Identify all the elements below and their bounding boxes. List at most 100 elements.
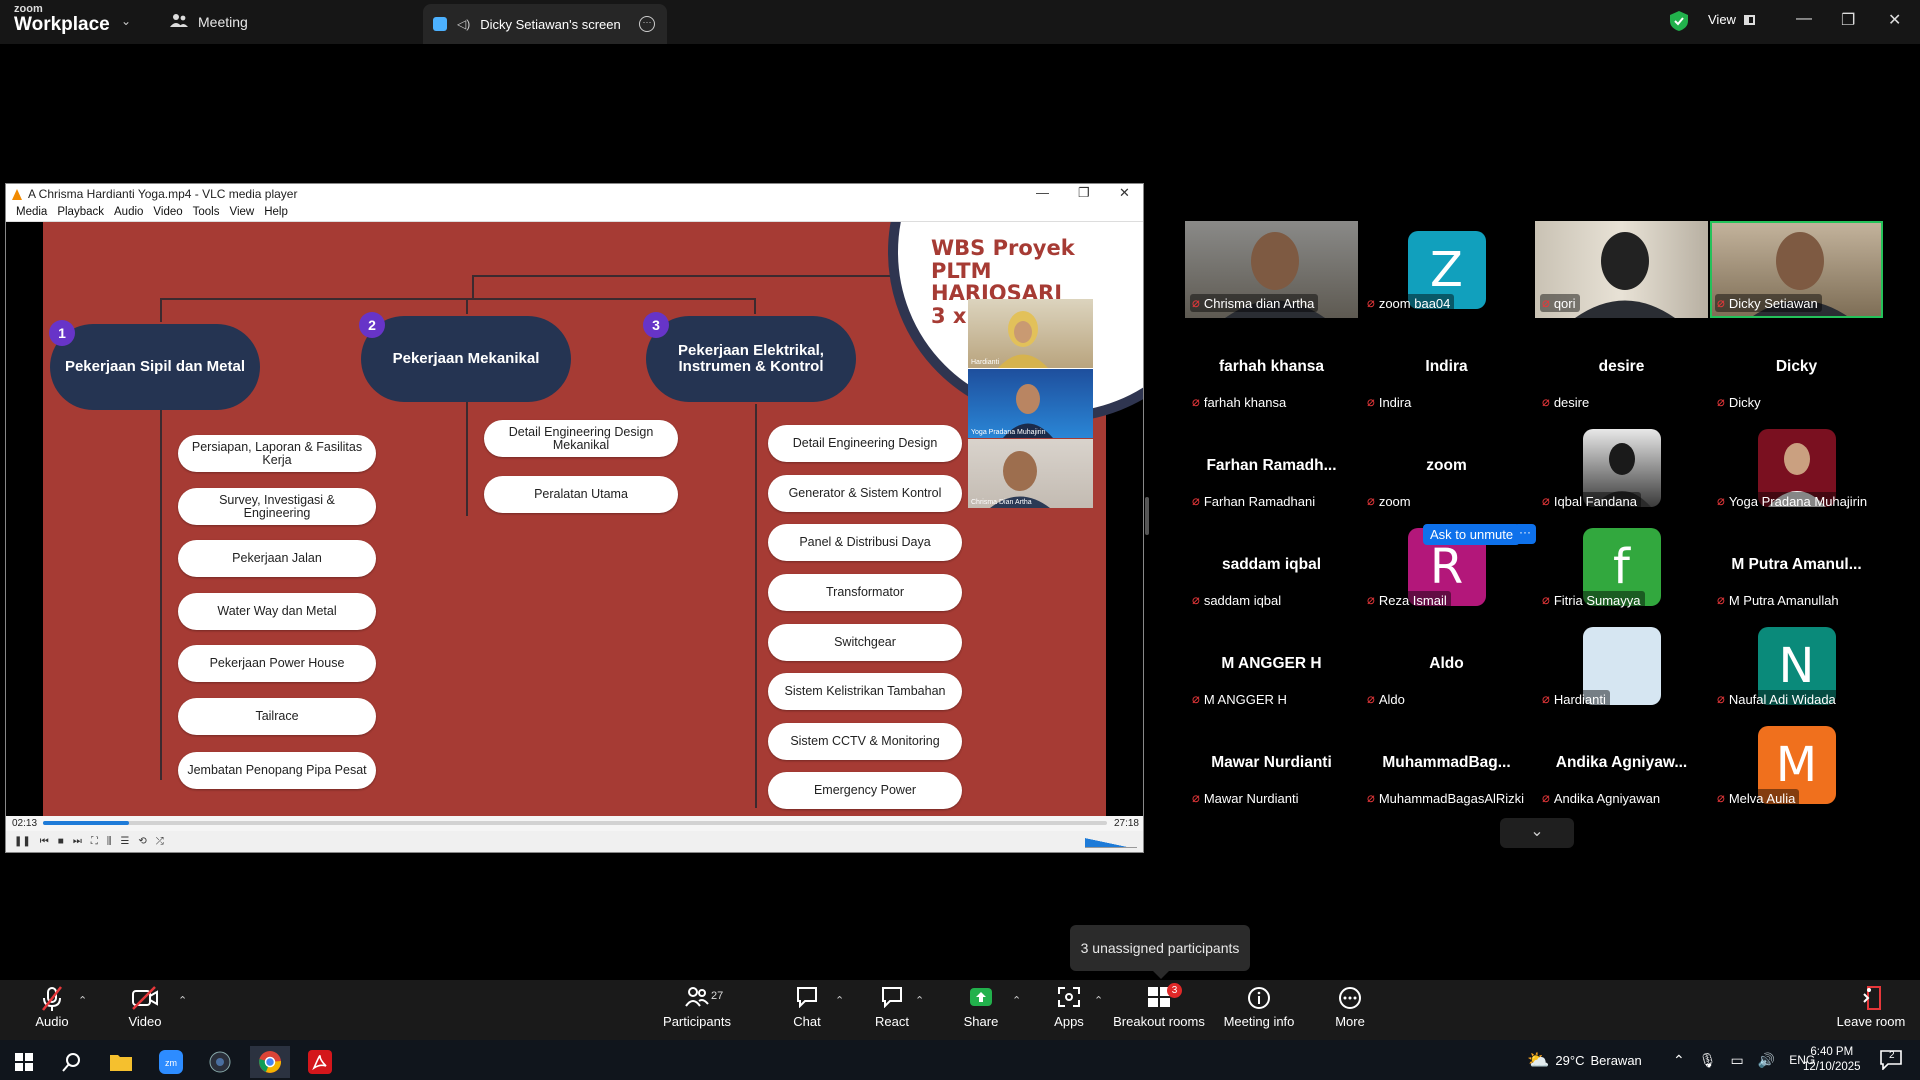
vlc-video-area[interactable]: WBS Proyek PLTM HARJOSARI 3 x 3,3 MW Har… <box>6 222 1143 816</box>
video-button[interactable]: Video <box>97 986 193 1029</box>
apps-button[interactable]: Apps <box>1021 986 1117 1029</box>
vlc-progress-track[interactable] <box>43 821 1107 825</box>
participant-tile[interactable]: N ⌀ Naufal Adi Widada <box>1710 617 1883 714</box>
video-thumb-label: Yoga Pradana Muhajirin <box>971 429 1046 436</box>
participant-tile[interactable]: Farhan Ramadh... ⌀ Farhan Ramadhani <box>1185 419 1358 516</box>
vlc-menu-audio[interactable]: Audio <box>109 204 148 221</box>
participant-name-label: ⌀ Indira <box>1365 393 1416 411</box>
participant-tile[interactable]: zoom ⌀ zoom <box>1360 419 1533 516</box>
participant-tile[interactable]: Z ⌀ zoom baa04 <box>1360 221 1533 318</box>
participant-name-label: ⌀ Chrisma dian Artha <box>1190 294 1319 312</box>
participant-tile[interactable]: Mawar Nurdianti ⌀ Mawar Nurdianti <box>1185 716 1358 813</box>
share-screen-tab[interactable]: ◁) Dicky Setiawan's screen ··· <box>423 4 667 44</box>
more-button[interactable]: More <box>1302 986 1398 1029</box>
participant-tile[interactable]: MuhammadBag... ⌀ MuhammadBagasAlRizki <box>1360 716 1533 813</box>
security-shield-icon[interactable] <box>1670 11 1688 36</box>
search-icon[interactable] <box>52 1046 92 1078</box>
vlc-menu-view[interactable]: View <box>225 204 260 221</box>
previous-icon[interactable]: ⏮ <box>40 836 49 847</box>
participant-tile[interactable]: ⌀ qori <box>1535 221 1708 318</box>
vlc-menu-video[interactable]: Video <box>148 204 187 221</box>
wbs-item: Persiapan, Laporan & Fasilitas Kerja <box>178 435 376 472</box>
breakout-rooms-button[interactable]: 3 Breakout rooms <box>1112 983 1206 1029</box>
gallery-next-page-icon[interactable]: ⌄ <box>1500 818 1574 848</box>
participant-tile[interactable]: ⌀ Iqbal Fandana <box>1535 419 1708 516</box>
vlc-maximize-icon[interactable]: ❐ <box>1078 185 1090 201</box>
file-explorer-icon[interactable] <box>101 1046 141 1078</box>
participant-tile[interactable]: Indira ⌀ Indira <box>1360 320 1533 417</box>
zoom-app-icon[interactable]: zm <box>151 1046 191 1078</box>
chat-options-caret[interactable]: ⌃ <box>835 994 844 1007</box>
pause-icon[interactable]: ❚❚ <box>14 836 31 847</box>
leave-room-button[interactable]: Leave room <box>1823 986 1919 1029</box>
participant-tile[interactable]: ⌀ Dicky Setiawan <box>1710 221 1883 318</box>
clock[interactable]: 6:40 PM 12/10/2025 <box>1803 1040 1861 1080</box>
participants-button[interactable]: 27 Participants <box>649 986 745 1029</box>
vlc-menu-playback[interactable]: Playback <box>52 204 109 221</box>
participant-tile[interactable]: M ⌀ Melva Aulia <box>1710 716 1883 813</box>
split-resize-handle[interactable] <box>1145 497 1149 535</box>
weather-widget[interactable]: ⛅ 29°C Berawan <box>1527 1040 1642 1080</box>
breakout-rooms-icon: 3 <box>1112 983 1206 1014</box>
audio-options-caret[interactable]: ⌃ <box>78 994 87 1007</box>
meeting-info-button[interactable]: Meeting info <box>1211 986 1307 1029</box>
extended-settings-icon[interactable]: ⫼ <box>107 836 112 847</box>
participant-tile[interactable]: Aldo ⌀ Aldo <box>1360 617 1533 714</box>
participant-tile[interactable]: ⌀ Chrisma dian Artha <box>1185 221 1358 318</box>
participant-name-label: ⌀ Naufal Adi Widada <box>1715 690 1840 708</box>
wbs-item-label: Tailrace <box>255 709 299 724</box>
chat-button[interactable]: Chat <box>759 986 855 1029</box>
react-button[interactable]: React <box>844 986 940 1029</box>
participant-tile[interactable]: M ANGGER H ⌀ M ANGGER H <box>1185 617 1358 714</box>
vlc-close-icon[interactable]: ✕ <box>1119 185 1130 201</box>
share-options-caret[interactable]: ⌃ <box>1012 994 1021 1007</box>
participant-tile[interactable]: M Putra Amanul... ⌀ M Putra Amanullah <box>1710 518 1883 615</box>
fullscreen-icon[interactable]: ⛶ <box>91 836 98 847</box>
meeting-tab[interactable]: Meeting <box>170 13 248 30</box>
share-button[interactable]: Share <box>933 986 1029 1029</box>
stop-icon[interactable]: ■ <box>58 836 64 847</box>
chat-label: Chat <box>793 1014 821 1029</box>
loop-icon[interactable]: ⟲ <box>138 836 146 847</box>
participant-name: M Putra Amanullah <box>1728 592 1839 608</box>
notification-icon[interactable]: 2 <box>1880 1040 1902 1080</box>
next-icon[interactable]: ⏭ <box>73 836 82 847</box>
vlc-menu-tools[interactable]: Tools <box>188 204 225 221</box>
participant-tile[interactable]: Dicky ⌀ Dicky <box>1710 320 1883 417</box>
participant-tile[interactable]: ⌀ Hardianti <box>1535 617 1708 714</box>
participant-tile[interactable]: ⌀ Yoga Pradana Muhajirin <box>1710 419 1883 516</box>
network-icon[interactable]: ▭ <box>1731 1052 1744 1069</box>
shuffle-icon[interactable]: ⤮ <box>156 836 164 847</box>
react-options-caret[interactable]: ⌃ <box>915 994 924 1007</box>
chrome-icon[interactable] <box>250 1046 290 1078</box>
volume-slider[interactable] <box>1085 836 1137 848</box>
vlc-menu-help[interactable]: Help <box>259 204 293 221</box>
participant-display-name: zoom <box>1426 457 1467 474</box>
video-options-caret[interactable]: ⌃ <box>178 994 187 1007</box>
microphone-icon[interactable]: 🎙 <box>1699 1052 1717 1069</box>
more-icon[interactable]: ··· <box>639 16 655 32</box>
apps-options-caret[interactable]: ⌃ <box>1094 994 1103 1007</box>
close-icon[interactable]: ✕ <box>1888 10 1901 30</box>
tray-chevron-icon[interactable]: ⌃ <box>1673 1052 1685 1069</box>
camera-app-icon[interactable] <box>200 1046 240 1078</box>
volume-icon[interactable]: 🔊 <box>1758 1052 1775 1069</box>
minimize-icon[interactable]: — <box>1796 10 1812 28</box>
view-menu[interactable]: View <box>1708 12 1755 27</box>
participant-tile[interactable]: saddam iqbal ⌀ saddam iqbal <box>1185 518 1358 615</box>
acrobat-icon[interactable] <box>300 1046 340 1078</box>
tile-more-icon[interactable]: ··· <box>1514 524 1536 544</box>
vlc-seek-bar[interactable]: 02:13 27:18 <box>6 816 1143 831</box>
ask-to-unmute-button[interactable]: Ask to unmute <box>1423 524 1521 545</box>
participant-tile[interactable]: farhah khansa ⌀ farhah khansa <box>1185 320 1358 417</box>
windows-start-icon[interactable] <box>4 1046 44 1078</box>
vlc-menu-media[interactable]: Media <box>11 204 52 221</box>
participant-tile[interactable]: Andika Agniyaw... ⌀ Andika Agniyawan <box>1535 716 1708 813</box>
chevron-down-icon[interactable]: ⌄ <box>121 14 131 28</box>
playlist-icon[interactable]: ☰ <box>120 836 129 847</box>
vlc-minimize-icon[interactable]: — <box>1036 185 1049 200</box>
participant-tile[interactable]: f ⌀ Fitria Sumayya <box>1535 518 1708 615</box>
audio-button[interactable]: Audio <box>4 986 100 1029</box>
participant-tile[interactable]: desire ⌀ desire <box>1535 320 1708 417</box>
restore-icon[interactable]: ❐ <box>1841 10 1855 30</box>
